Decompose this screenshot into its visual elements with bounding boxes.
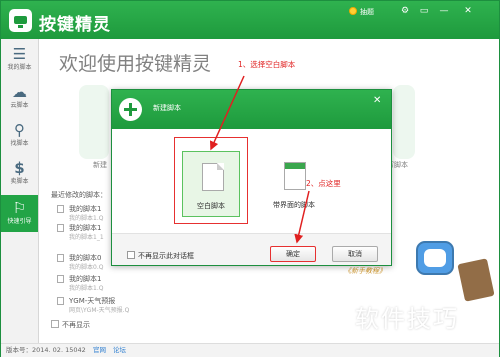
app-window: 按键精灵 抽题 ⚙ ▭ — ✕ ☰ 我的脚本 ☁ 云脚本 ⚲ 找脚本 $ 卖脚本… — [0, 0, 500, 357]
annotation-step-2: 2、点这里 — [306, 179, 341, 188]
annotation-arrows — [209, 75, 310, 244]
annotation-arrow-2 — [294, 190, 310, 244]
annotation-step-1: 1、选择空白脚本 — [238, 60, 296, 69]
annotation-arrow-1 — [209, 75, 245, 151]
